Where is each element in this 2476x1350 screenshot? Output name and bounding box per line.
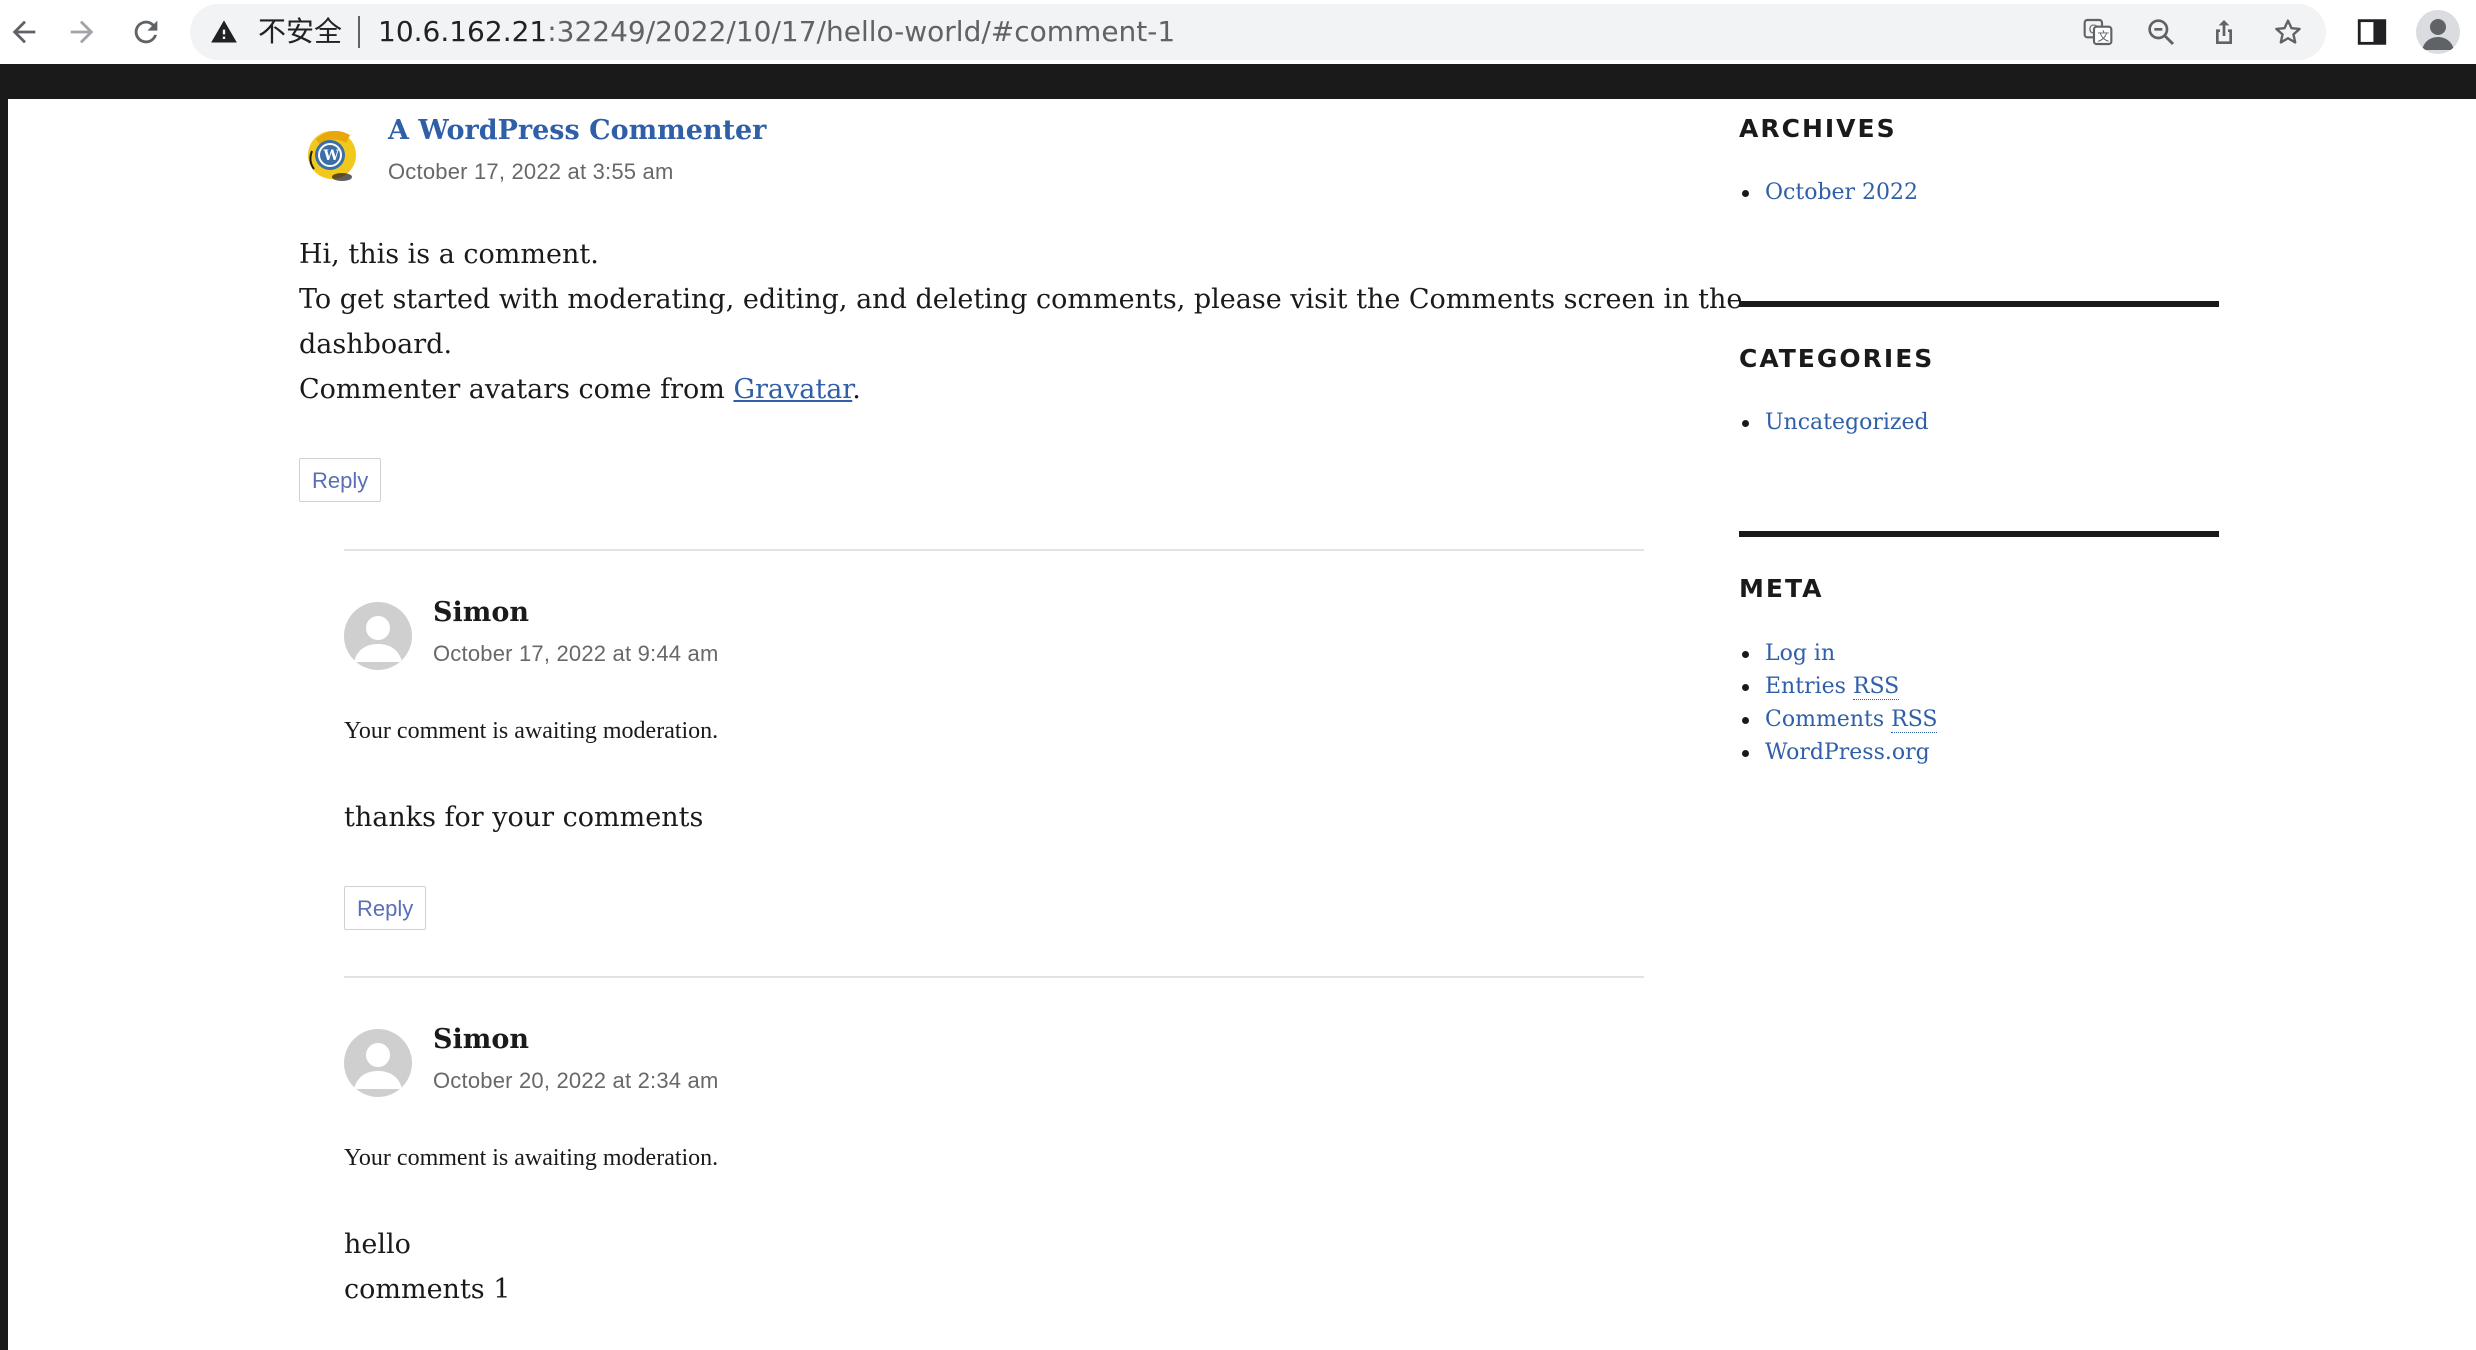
rss-abbr: RSS — [1852, 674, 1900, 700]
meta-title: META — [1739, 574, 1824, 603]
comment-date[interactable]: October 20, 2022 at 2:34 am — [433, 1067, 718, 1095]
address-bar[interactable]: 不安全 10.6.162.21:32249/2022/10/17/hello-w… — [190, 4, 2326, 60]
widget-divider — [1739, 301, 2219, 307]
reload-icon — [134, 20, 158, 44]
page-content: W A WordPress Commenter October 17, 2022… — [8, 99, 2476, 1350]
meta-link-text: Entries — [1765, 674, 1853, 699]
meta-link-comments-rss[interactable]: Comments RSS — [1739, 703, 1938, 736]
comment-divider — [344, 549, 1644, 551]
svg-text:文: 文 — [2097, 29, 2109, 44]
comment-text-line: hello — [344, 1229, 411, 1260]
comment-text-line: To get started with moderating, editing,… — [299, 284, 1743, 315]
widget-divider — [1739, 531, 2219, 537]
archive-link-october-2022[interactable]: October 2022 — [1739, 176, 1918, 209]
meta-link-wordpress-org[interactable]: WordPress.org — [1739, 736, 1937, 769]
comment-text-line: comments 1 — [344, 1274, 511, 1305]
profile-avatar[interactable] — [2416, 10, 2460, 54]
comment-author: Simon — [433, 597, 529, 628]
share-icon[interactable] — [2206, 14, 2242, 50]
reply-button[interactable]: Reply — [344, 886, 427, 930]
reply-button[interactable]: Reply — [299, 458, 382, 502]
comment-text-line: dashboard. — [299, 329, 453, 360]
meta-link-entries-rss[interactable]: Entries RSS — [1739, 670, 1937, 703]
meta-link-text: Comments — [1765, 707, 1892, 732]
gravatar-link[interactable]: Gravatar — [733, 374, 852, 405]
moderation-notice: Your comment is awaiting moderation. — [344, 718, 719, 744]
arrow-left-icon — [12, 20, 36, 44]
archives-title: ARCHIVES — [1739, 114, 1897, 143]
moderation-notice: Your comment is awaiting moderation. — [344, 1145, 719, 1171]
comment-divider — [344, 976, 1644, 978]
category-link-uncategorized[interactable]: Uncategorized — [1739, 406, 1929, 439]
translate-icon[interactable]: G文 — [2080, 14, 2116, 50]
meta-link-log-in[interactable]: Log in — [1739, 637, 1937, 670]
rss-abbr: RSS — [1891, 707, 1938, 733]
warning-icon[interactable] — [210, 18, 238, 46]
wordpress-avatar-icon: W — [302, 121, 366, 185]
meta-link-text: WordPress.org — [1765, 740, 1930, 765]
categories-title: CATEGORIES — [1739, 344, 1935, 373]
browser-toolbar: 不安全 10.6.162.21:32249/2022/10/17/hello-w… — [0, 0, 2476, 64]
comment-text-line: thanks for your comments — [344, 802, 704, 833]
meta-list: Log in Entries RSS Comments RSS WordPres… — [1739, 637, 1938, 769]
comment-text-line: Hi, this is a comment. — [299, 239, 599, 270]
comment-text-prefix: Commenter avatars come from — [299, 374, 734, 405]
svg-text:W: W — [323, 148, 340, 164]
default-avatar-icon — [344, 602, 412, 670]
comment-date[interactable]: October 17, 2022 at 9:44 am — [433, 640, 718, 668]
security-label[interactable]: 不安全 — [258, 15, 342, 49]
url-text[interactable]: 10.6.162.21:32249/2022/10/17/hello-world… — [378, 15, 1175, 49]
zoom-icon[interactable] — [2143, 14, 2179, 50]
default-avatar-icon — [344, 1029, 412, 1097]
comment-text-suffix: . — [852, 374, 861, 405]
meta-link-text: Log in — [1765, 641, 1836, 666]
comment-author: Simon — [433, 1024, 529, 1055]
url-separator — [358, 16, 360, 48]
arrow-right-icon — [70, 20, 94, 44]
bookmark-star-icon[interactable] — [2270, 14, 2306, 50]
comment-text-line: Commenter avatars come from Gravatar. — [299, 367, 861, 412]
url-host: 10.6.162.21 — [378, 15, 548, 48]
url-path: :32249/2022/10/17/hello-world/#comment-1 — [547, 15, 1176, 48]
reload-button[interactable] — [122, 8, 170, 56]
person-icon — [2422, 19, 2454, 50]
comment-author-link[interactable]: A WordPress Commenter — [388, 114, 766, 148]
back-button[interactable] — [0, 8, 48, 56]
archives-list: October 2022 — [1739, 176, 1918, 209]
comment-date[interactable]: October 17, 2022 at 3:55 am — [388, 158, 673, 186]
forward-button[interactable] — [58, 8, 106, 56]
side-panel-icon[interactable] — [2350, 10, 2394, 54]
categories-list: Uncategorized — [1739, 406, 1929, 439]
